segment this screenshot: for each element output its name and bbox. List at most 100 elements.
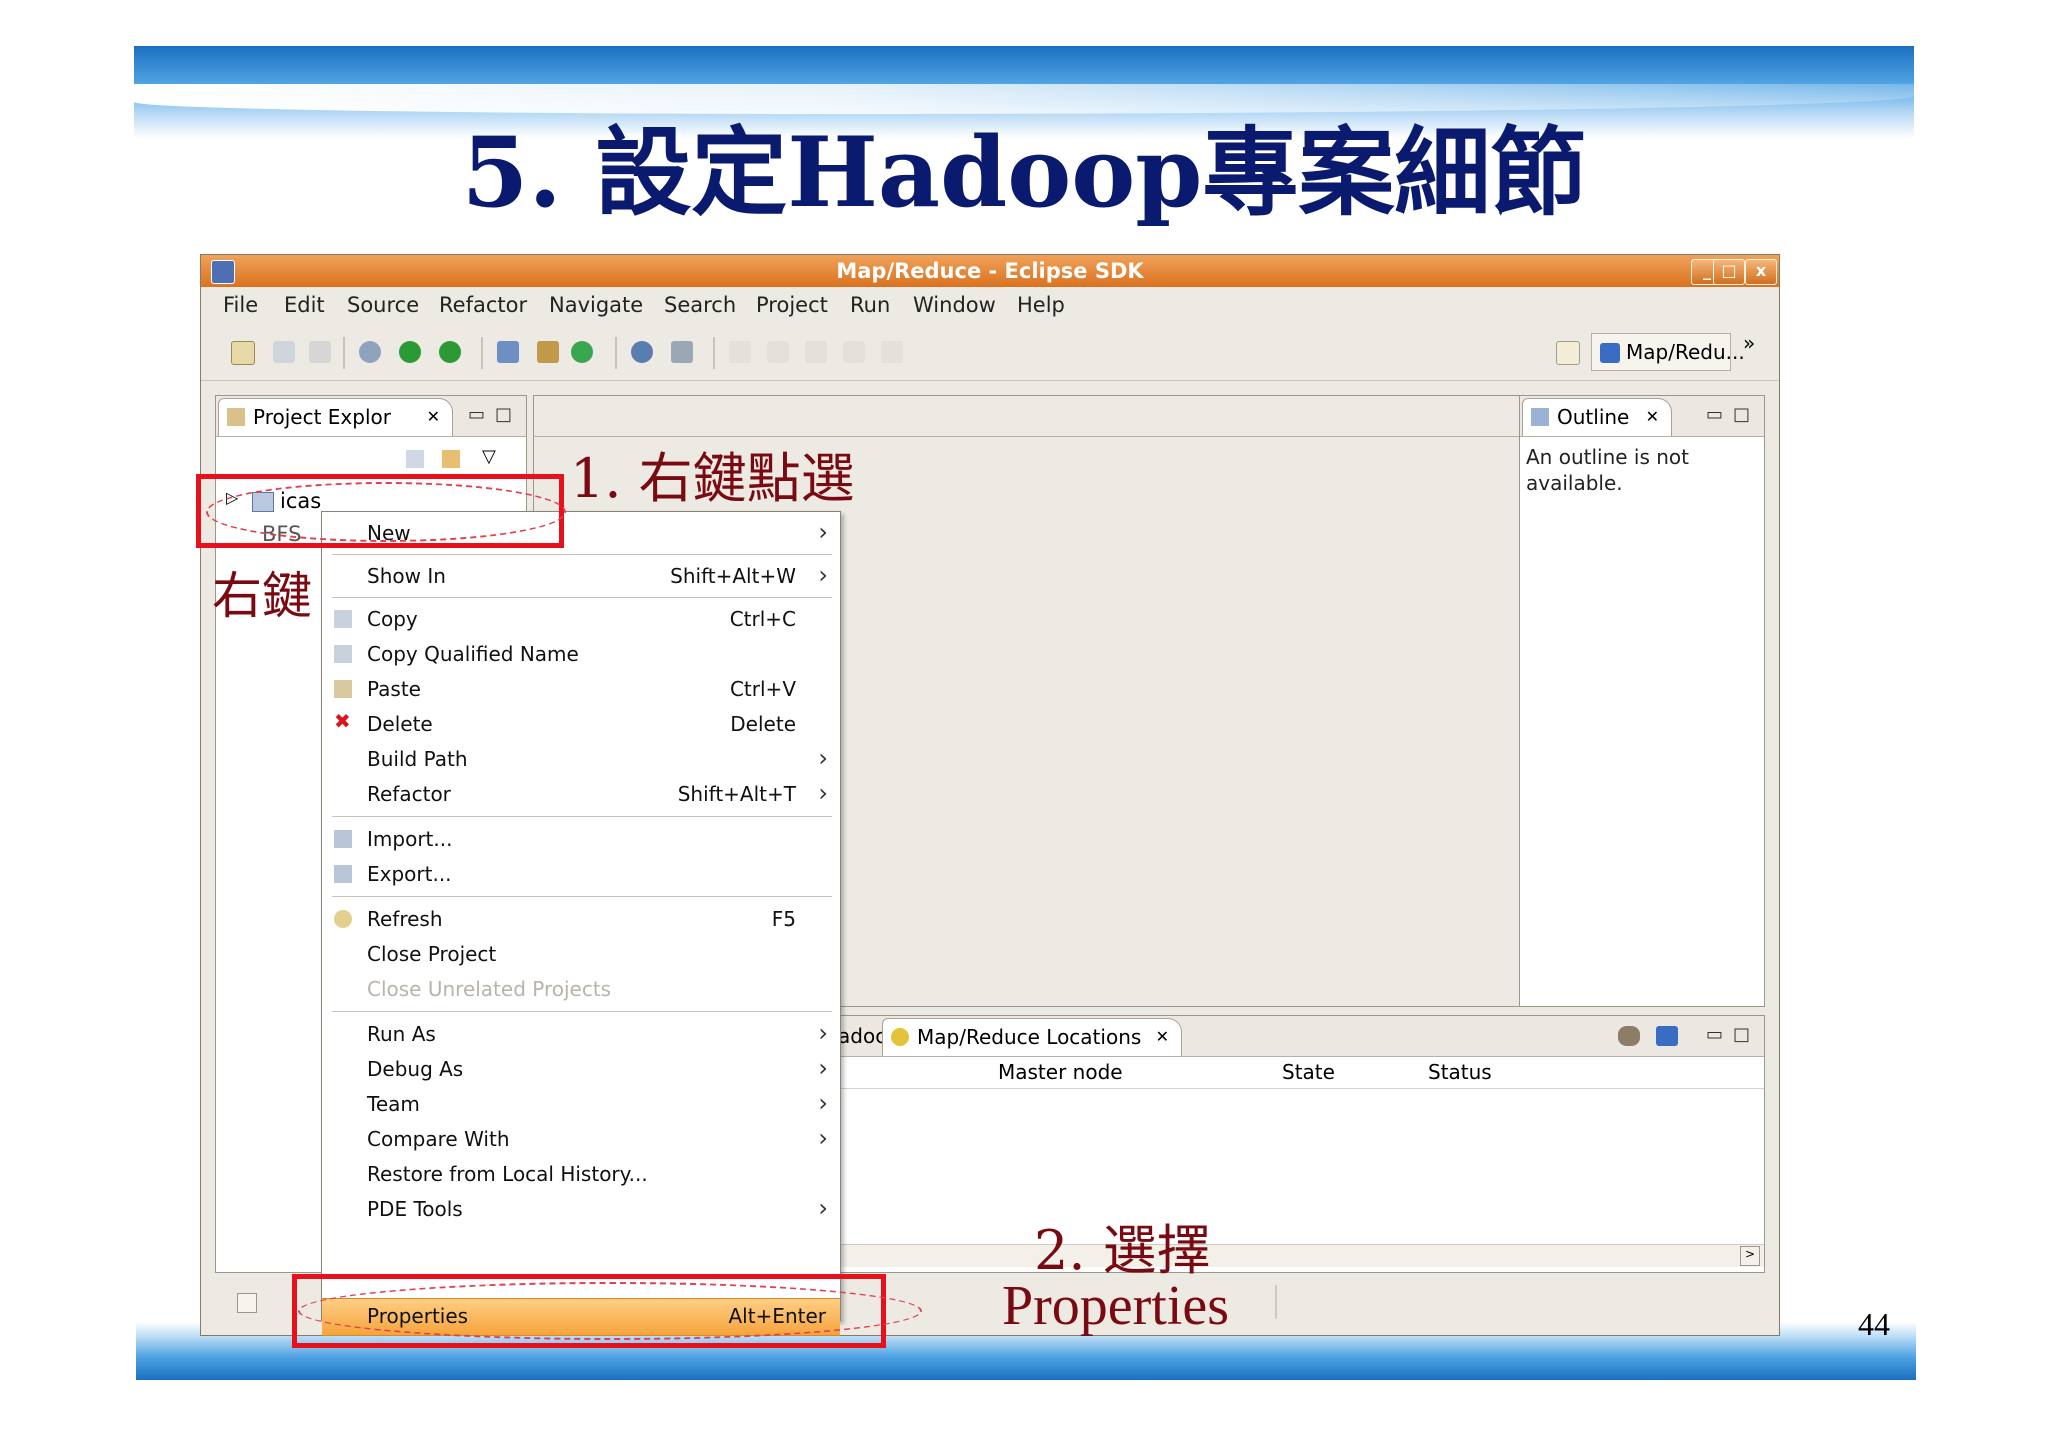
menu-run[interactable]: Run — [850, 293, 890, 317]
submenu-arrow-icon: › — [818, 1194, 828, 1222]
maximize-button[interactable]: □ — [1713, 259, 1745, 285]
submenu-arrow-icon: › — [818, 1124, 828, 1152]
tab-project-explorer[interactable]: Project Explor ✕ — [218, 398, 453, 436]
open-type-icon[interactable] — [631, 341, 653, 363]
new-wizard-icon[interactable] — [231, 341, 255, 365]
menu-item-pde-tools[interactable]: PDE Tools › — [322, 1192, 840, 1226]
back-icon[interactable] — [843, 341, 865, 363]
context-menu: New › Show In Shift+Alt+W › Copy Ctrl+C Copy… — [321, 511, 841, 1336]
outline-view-controls[interactable]: ▭□ — [1706, 404, 1760, 425]
menu-item-close-unrelated-projects[interactable]: Close Unrelated Projects — [322, 972, 840, 1006]
close-button[interactable]: x — [1745, 259, 1777, 285]
location-icon — [891, 1028, 909, 1046]
menu-edit[interactable]: Edit — [284, 293, 325, 317]
menu-item-team[interactable]: Team › — [322, 1087, 840, 1121]
menu-navigate[interactable]: Navigate — [549, 293, 643, 317]
menu-item-debug-as[interactable]: Debug As › — [322, 1052, 840, 1086]
save-icon[interactable] — [273, 341, 295, 363]
link-editor-icon[interactable] — [442, 450, 460, 468]
external-tools-icon[interactable] — [439, 341, 461, 363]
column-status[interactable]: Status — [1428, 1060, 1492, 1084]
menu-help[interactable]: Help — [1017, 293, 1065, 317]
bottom-view-controls[interactable]: ▭□ — [1706, 1024, 1760, 1045]
prev-annotation-icon[interactable] — [767, 341, 789, 363]
last-edit-icon[interactable] — [805, 341, 827, 363]
column-master-node[interactable]: Master node — [998, 1060, 1123, 1084]
menu-item-build-path[interactable]: Build Path › — [322, 742, 840, 776]
menu-item-refactor[interactable]: Refactor Shift+Alt+T › — [322, 777, 840, 811]
outline-message: An outline is not available. — [1526, 445, 1690, 495]
paste-icon — [334, 680, 352, 698]
column-state[interactable]: State — [1282, 1060, 1335, 1084]
submenu-arrow-icon: › — [818, 1019, 828, 1047]
folder-icon — [227, 408, 245, 426]
window-title: Map/Reduce - Eclipse SDK — [836, 259, 1144, 283]
menu-item-show-in[interactable]: Show In Shift+Alt+W › — [322, 559, 840, 593]
open-perspective-icon[interactable] — [1556, 341, 1580, 365]
close-tab-icon[interactable]: ✕ — [427, 399, 440, 435]
forward-icon[interactable] — [881, 341, 903, 363]
menu-item-close-project[interactable]: Close Project — [322, 937, 840, 971]
run-icon[interactable] — [399, 341, 421, 363]
menu-item-export[interactable]: Export... — [322, 857, 840, 891]
menu-item-refresh[interactable]: Refresh F5 — [322, 902, 840, 936]
annotation-properties: Properties — [1002, 1275, 1230, 1337]
window-titlebar: Map/Reduce - Eclipse SDK _ □ x — [201, 255, 1779, 287]
view-controls[interactable]: ▭□ — [468, 404, 522, 425]
menu-project[interactable]: Project — [756, 293, 828, 317]
close-tab-icon[interactable]: ✕ — [1646, 399, 1659, 435]
perspective-mapreduce[interactable]: Map/Redu... — [1591, 333, 1745, 371]
menu-item-restore-local-history[interactable]: Restore from Local History... — [322, 1157, 840, 1191]
copy-qualified-icon — [334, 645, 352, 663]
menu-item-copy[interactable]: Copy Ctrl+C — [322, 602, 840, 636]
eclipse-app-icon — [211, 260, 235, 284]
menu-item-run-as[interactable]: Run As › — [322, 1017, 840, 1051]
scroll-right-icon[interactable]: > — [1740, 1246, 1760, 1266]
new-package-icon[interactable] — [537, 341, 559, 363]
elephant-icon — [1600, 343, 1620, 363]
toolbar: Map/Redu... » — [201, 323, 1779, 381]
submenu-arrow-icon: › — [818, 1089, 828, 1117]
submenu-arrow-icon: › — [818, 518, 828, 546]
mapreduce-locations-panel: adoc Map/Reduce Locations ✕ ▭□ Master no… — [837, 1015, 1765, 1273]
new-class-icon[interactable] — [571, 341, 593, 363]
menu-item-copy-qualified-name[interactable]: Copy Qualified Name — [322, 637, 840, 671]
menu-source[interactable]: Source — [347, 293, 419, 317]
delete-icon: ✖ — [334, 709, 351, 733]
collapse-all-icon[interactable] — [406, 450, 424, 468]
page-number: 44 — [1858, 1306, 1890, 1342]
slide-title: 5. 設定Hadoop專案細節 — [461, 116, 1587, 229]
annotation-step1: 1. 右鍵點選 — [570, 447, 855, 510]
print-icon[interactable] — [309, 341, 331, 363]
tab-javadoc-partial[interactable]: adoc — [838, 1024, 886, 1048]
tab-mapreduce-locations[interactable]: Map/Reduce Locations ✕ — [882, 1018, 1182, 1056]
new-location-icon[interactable] — [1656, 1026, 1678, 1046]
new-java-project-icon[interactable] — [497, 341, 519, 363]
copy-icon — [334, 610, 352, 628]
close-tab-icon[interactable]: ✕ — [1156, 1019, 1169, 1055]
horizontal-scrollbar[interactable]: > — [838, 1244, 1764, 1267]
tab-outline[interactable]: Outline ✕ — [1522, 398, 1672, 436]
perspective-overflow[interactable]: » — [1743, 331, 1755, 355]
outline-icon — [1531, 408, 1549, 426]
outline-panel: Outline ✕ ▭□ An outline is not available… — [1519, 395, 1765, 1007]
edit-location-icon[interactable] — [1618, 1026, 1640, 1046]
search-tool-icon[interactable] — [671, 341, 693, 363]
view-menu-icon[interactable]: ▽ — [482, 446, 496, 467]
dashed-oval-right-click — [206, 482, 566, 542]
explorer-toolbar: ▽ — [406, 446, 516, 472]
menu-file[interactable]: File — [223, 293, 258, 317]
next-annotation-icon[interactable] — [729, 341, 751, 363]
menu-item-delete[interactable]: ✖ Delete Delete — [322, 707, 840, 741]
refresh-icon — [334, 910, 352, 928]
menu-search[interactable]: Search — [664, 293, 736, 317]
menu-refactor[interactable]: Refactor — [439, 293, 527, 317]
fast-view-icon[interactable] — [237, 1293, 257, 1313]
menu-item-import[interactable]: Import... — [322, 822, 840, 856]
submenu-arrow-icon: › — [818, 1054, 828, 1082]
menu-item-paste[interactable]: Paste Ctrl+V — [322, 672, 840, 706]
submenu-arrow-icon: › — [818, 779, 828, 807]
debug-icon[interactable] — [359, 341, 381, 363]
menu-item-compare-with[interactable]: Compare With › — [322, 1122, 840, 1156]
menu-window[interactable]: Window — [913, 293, 996, 317]
